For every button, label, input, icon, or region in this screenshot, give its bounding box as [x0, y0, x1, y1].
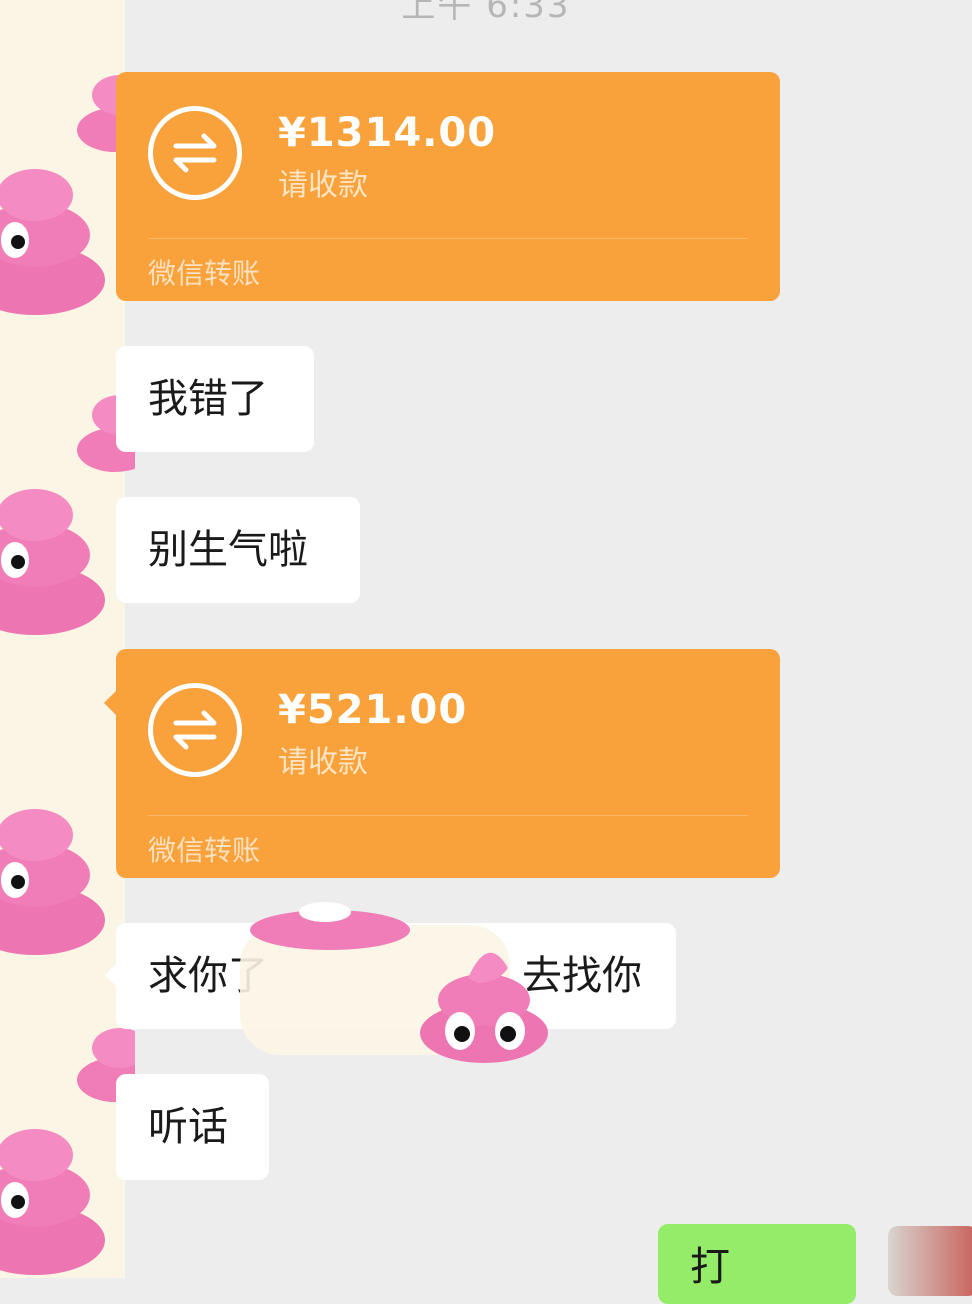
- message-text: 听话: [148, 1104, 228, 1150]
- transfer-arrows-icon: [148, 683, 242, 777]
- poop-emoji-icon: [250, 902, 410, 950]
- transfer-arrows-icon: [148, 106, 242, 200]
- bubble-tail: [104, 691, 116, 715]
- transfer-footer: 微信转账: [148, 257, 261, 290]
- divider: [148, 238, 748, 239]
- transfer-amount: ¥521.00: [278, 687, 468, 733]
- outgoing-message-bubble[interactable]: 打: [658, 1224, 856, 1304]
- message-bubble[interactable]: 别生气啦: [116, 497, 360, 603]
- transfer-subtitle: 请收款: [278, 745, 368, 780]
- transfer-card[interactable]: ¥521.00 请收款 微信转账: [104, 649, 780, 878]
- transfer-subtitle: 请收款: [278, 168, 368, 203]
- avatar[interactable]: [888, 1226, 972, 1296]
- transfer-card[interactable]: ¥1314.00 请收款 微信转账: [116, 72, 780, 301]
- divider: [148, 815, 748, 816]
- transfer-footer: 微信转账: [148, 834, 261, 867]
- message-bubble[interactable]: 我错了: [116, 346, 314, 452]
- poop-emoji-icon: [0, 489, 105, 635]
- poop-emoji-icon: [0, 809, 105, 955]
- bubble-tail: [105, 964, 116, 986]
- chat-timestamp: 上午 6:33: [401, 0, 571, 26]
- message-text: 别生气啦: [148, 527, 308, 573]
- outgoing-message-text: 打: [690, 1244, 730, 1290]
- transfer-amount: ¥1314.00: [278, 110, 497, 156]
- message-bubble[interactable]: 听话: [116, 1074, 269, 1180]
- message-text: 我错了: [148, 376, 268, 422]
- poop-emoji-icon: [420, 952, 548, 1063]
- poop-emoji-icon: [0, 169, 105, 315]
